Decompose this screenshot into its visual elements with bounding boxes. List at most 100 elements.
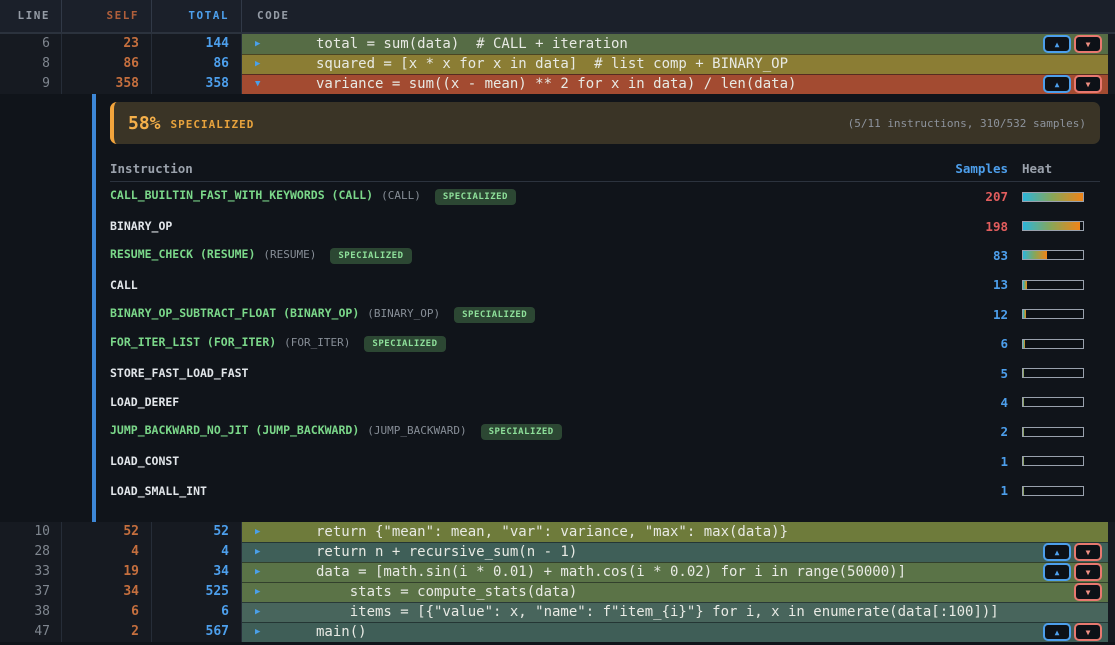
instruction-samples: 5 bbox=[898, 366, 1008, 381]
specialization-percent: 58% bbox=[128, 113, 161, 134]
instruction-table: CALL_BUILTIN_FAST_WITH_KEYWORDS (CALL) (… bbox=[110, 182, 1100, 505]
heat-bar bbox=[1022, 339, 1084, 349]
instruction-name: BINARY_OP_SUBTRACT_FLOAT (BINARY_OP) bbox=[110, 306, 359, 320]
heat-bar bbox=[1022, 427, 1084, 437]
expand-caret-icon[interactable]: ▶ bbox=[242, 547, 282, 557]
code-cell[interactable]: ▼ variance = sum((x - mean) ** 2 for x i… bbox=[242, 74, 1108, 94]
code-rows-bottom: 10 52 52 ▶ return {"mean": mean, "var": … bbox=[0, 522, 1115, 642]
code-row: 33 19 34 ▶ data = [math.sin(i * 0.01) + … bbox=[0, 562, 1115, 582]
heat-bar-fill bbox=[1023, 428, 1024, 436]
code-cell[interactable]: ▶ stats = compute_stats(data) ▼ bbox=[242, 582, 1108, 602]
instruction-samples: 4 bbox=[898, 395, 1008, 410]
instruction-name: BINARY_OP bbox=[110, 219, 172, 233]
code-rows-top: 6 23 144 ▶ total = sum(data) # CALL + it… bbox=[0, 34, 1115, 94]
instruction-row: CALL_BUILTIN_FAST_WITH_KEYWORDS (CALL) (… bbox=[110, 182, 1100, 211]
instruction-name: JUMP_BACKWARD_NO_JIT (JUMP_BACKWARD) bbox=[110, 423, 359, 437]
total-samples-cell: 144 bbox=[152, 34, 242, 54]
instruction-row: STORE_FAST_LOAD_FAST 5 bbox=[110, 358, 1100, 387]
move-down-button[interactable]: ▼ bbox=[1074, 75, 1102, 93]
heat-bar-fill bbox=[1023, 487, 1024, 495]
move-down-button[interactable]: ▼ bbox=[1074, 623, 1102, 641]
instruction-name: STORE_FAST_LOAD_FAST bbox=[110, 366, 248, 380]
move-up-button[interactable]: ▲ bbox=[1043, 543, 1071, 561]
move-up-button[interactable]: ▲ bbox=[1043, 623, 1071, 641]
code-row: 47 2 567 ▶ main() ▲ ▼ bbox=[0, 622, 1115, 642]
line-number-cell: 33 bbox=[0, 562, 62, 582]
profiler-app: LINE SELF TOTAL CODE 6 23 144 ▶ total = … bbox=[0, 0, 1115, 645]
source-code-text: items = [{"value": x, "name": f"item_{i}… bbox=[316, 602, 999, 622]
arrow-up-icon: ▲ bbox=[1055, 568, 1060, 577]
code-cell[interactable]: ▶ items = [{"value": x, "name": f"item_{… bbox=[242, 602, 1108, 622]
source-code-text: squared = [x * x for x in data] # list c… bbox=[316, 54, 788, 74]
heat-bar bbox=[1022, 456, 1084, 466]
instruction-row: LOAD_CONST 1 bbox=[110, 447, 1100, 476]
heat-bar bbox=[1022, 309, 1084, 319]
heat-bar bbox=[1022, 397, 1084, 407]
expand-caret-icon[interactable]: ▶ bbox=[242, 59, 282, 69]
heat-bar bbox=[1022, 250, 1084, 260]
expanded-detail-panel: 58% SPECIALIZED (5/11 instructions, 310/… bbox=[0, 94, 1115, 522]
expand-caret-icon[interactable]: ▶ bbox=[242, 607, 282, 617]
move-down-button[interactable]: ▼ bbox=[1074, 583, 1102, 601]
self-samples-cell: 6 bbox=[62, 602, 152, 622]
arrow-down-icon: ▼ bbox=[1086, 548, 1091, 557]
specialized-badge: SPECIALIZED bbox=[330, 248, 411, 264]
heat-bar-fill bbox=[1023, 310, 1026, 318]
line-number-cell: 10 bbox=[0, 522, 62, 542]
self-samples-cell: 2 bbox=[62, 622, 152, 642]
instruction-name: LOAD_CONST bbox=[110, 454, 179, 468]
expand-caret-icon[interactable]: ▶ bbox=[242, 627, 282, 637]
code-cell[interactable]: ▶ total = sum(data) # CALL + iteration ▲… bbox=[242, 34, 1108, 54]
instruction-name: LOAD_SMALL_INT bbox=[110, 484, 207, 498]
specialized-badge: SPECIALIZED bbox=[435, 189, 516, 205]
line-number-cell: 8 bbox=[0, 54, 62, 74]
instruction-row: LOAD_DEREF 4 bbox=[110, 388, 1100, 417]
self-samples-cell: 19 bbox=[62, 562, 152, 582]
expand-caret-icon[interactable]: ▼ bbox=[242, 79, 282, 89]
arrow-up-icon: ▲ bbox=[1055, 80, 1060, 89]
expand-caret-icon[interactable]: ▶ bbox=[242, 567, 282, 577]
source-code-text: main() bbox=[316, 622, 367, 642]
code-cell[interactable]: ▶ squared = [x * x for x in data] # list… bbox=[242, 54, 1108, 74]
total-samples-cell: 86 bbox=[152, 54, 242, 74]
heat-bar bbox=[1022, 221, 1084, 231]
arrow-down-icon: ▼ bbox=[1086, 80, 1091, 89]
instruction-samples: 12 bbox=[898, 307, 1008, 322]
self-samples-cell: 4 bbox=[62, 542, 152, 562]
arrow-down-icon: ▼ bbox=[1086, 588, 1091, 597]
total-samples-cell: 567 bbox=[152, 622, 242, 642]
move-down-button[interactable]: ▼ bbox=[1074, 543, 1102, 561]
total-samples-cell: 4 bbox=[152, 542, 242, 562]
expand-caret-icon[interactable]: ▶ bbox=[242, 527, 282, 537]
code-row: 9 358 358 ▼ variance = sum((x - mean) **… bbox=[0, 74, 1115, 94]
self-column-header: SELF bbox=[62, 0, 152, 32]
code-cell[interactable]: ▶ data = [math.sin(i * 0.01) + math.cos(… bbox=[242, 562, 1108, 582]
instruction-column-header: Instruction bbox=[110, 161, 898, 176]
code-cell[interactable]: ▶ return {"mean": mean, "var": variance,… bbox=[242, 522, 1108, 542]
code-row: 37 34 525 ▶ stats = compute_stats(data) … bbox=[0, 582, 1115, 602]
move-up-button[interactable]: ▲ bbox=[1043, 563, 1071, 581]
code-cell[interactable]: ▶ main() ▲ ▼ bbox=[242, 622, 1108, 642]
instruction-base-opcode: (JUMP_BACKWARD) bbox=[367, 424, 466, 437]
expand-caret-icon[interactable]: ▶ bbox=[242, 39, 282, 49]
move-up-button[interactable]: ▲ bbox=[1043, 75, 1071, 93]
total-samples-cell: 525 bbox=[152, 582, 242, 602]
total-samples-cell: 358 bbox=[152, 74, 242, 94]
move-down-button[interactable]: ▼ bbox=[1074, 35, 1102, 53]
specialization-banner: 58% SPECIALIZED (5/11 instructions, 310/… bbox=[110, 102, 1100, 144]
instruction-samples: 1 bbox=[898, 483, 1008, 498]
move-down-button[interactable]: ▼ bbox=[1074, 563, 1102, 581]
instruction-summary: (5/11 instructions, 310/532 samples) bbox=[848, 117, 1086, 130]
code-cell[interactable]: ▶ return n + recursive_sum(n - 1) ▲ ▼ bbox=[242, 542, 1108, 562]
heat-bar bbox=[1022, 280, 1084, 290]
expand-caret-icon[interactable]: ▶ bbox=[242, 587, 282, 597]
move-up-button[interactable]: ▲ bbox=[1043, 35, 1071, 53]
heat-bar bbox=[1022, 486, 1084, 496]
heat-bar bbox=[1022, 192, 1084, 202]
arrow-down-icon: ▼ bbox=[1086, 40, 1091, 49]
arrow-up-icon: ▲ bbox=[1055, 628, 1060, 637]
code-row: 10 52 52 ▶ return {"mean": mean, "var": … bbox=[0, 522, 1115, 542]
specialization-panel: 58% SPECIALIZED (5/11 instructions, 310/… bbox=[110, 102, 1100, 505]
heat-bar-fill bbox=[1023, 251, 1047, 259]
arrow-up-icon: ▲ bbox=[1055, 40, 1060, 49]
